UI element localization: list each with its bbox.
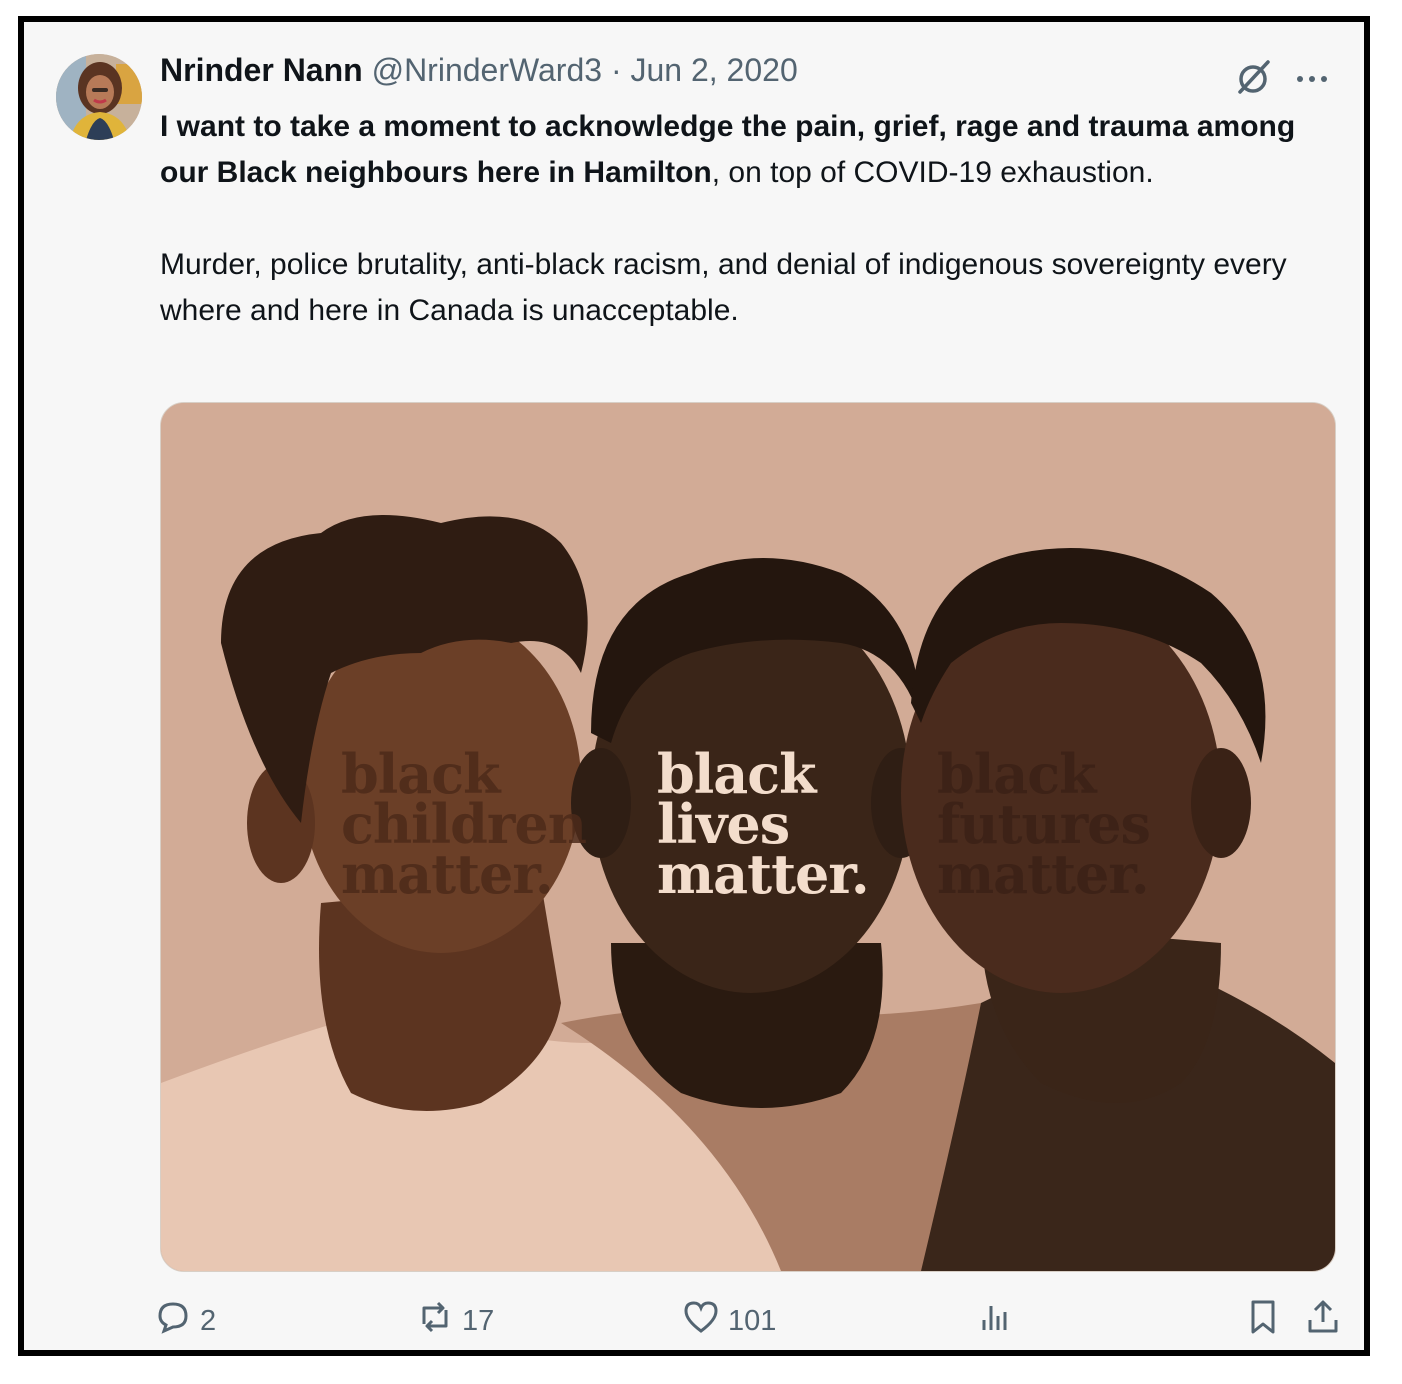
tweet-regular-text: , on top of COVID-19 exhaustion. (711, 156, 1154, 189)
tweet-date[interactable]: Jun 2, 2020 (630, 52, 797, 88)
reply-count: 2 (200, 1304, 217, 1337)
tweet-image[interactable]: black children matter. black lives matte… (160, 402, 1336, 1272)
tweet-card: Nrinder Nann @NrinderWard3 · Jun 2, 2020… (18, 16, 1370, 1356)
action-bar: 2 17 101 (154, 1296, 1344, 1346)
reply-icon (154, 1298, 192, 1344)
repost-count: 17 (462, 1304, 495, 1337)
repost-button[interactable]: 17 (416, 1296, 494, 1346)
share-button[interactable] (1304, 1296, 1342, 1346)
tweet-header: Nrinder Nann @NrinderWard3 · Jun 2, 2020 (160, 52, 798, 89)
repost-icon (416, 1298, 454, 1344)
author-handle[interactable]: @NrinderWard3 (372, 52, 602, 88)
avatar[interactable] (56, 54, 142, 140)
reply-button[interactable]: 2 (154, 1296, 216, 1346)
bookmark-button[interactable] (1244, 1296, 1282, 1346)
share-icon (1304, 1298, 1342, 1344)
like-count: 101 (728, 1304, 777, 1337)
grok-icon[interactable] (1234, 58, 1274, 98)
right-face-line-3: matter. (937, 842, 1149, 906)
tweet-text: I want to take a moment to acknowledge t… (160, 104, 1330, 334)
like-icon (682, 1298, 720, 1344)
author-name[interactable]: Nrinder Nann (160, 52, 363, 88)
views-button[interactable] (976, 1296, 1014, 1346)
like-button[interactable]: 101 (682, 1296, 776, 1346)
left-face-line-3: matter. (341, 842, 553, 906)
separator: · (610, 52, 622, 88)
tweet-paragraph-1: I want to take a moment to acknowledge t… (160, 104, 1330, 196)
center-face-line-3: matter. (657, 842, 869, 906)
views-icon (976, 1298, 1014, 1344)
more-icon[interactable] (1292, 58, 1332, 98)
bookmark-icon (1244, 1298, 1282, 1344)
tweet-paragraph-2: Murder, police brutality, anti-black rac… (160, 248, 1287, 327)
